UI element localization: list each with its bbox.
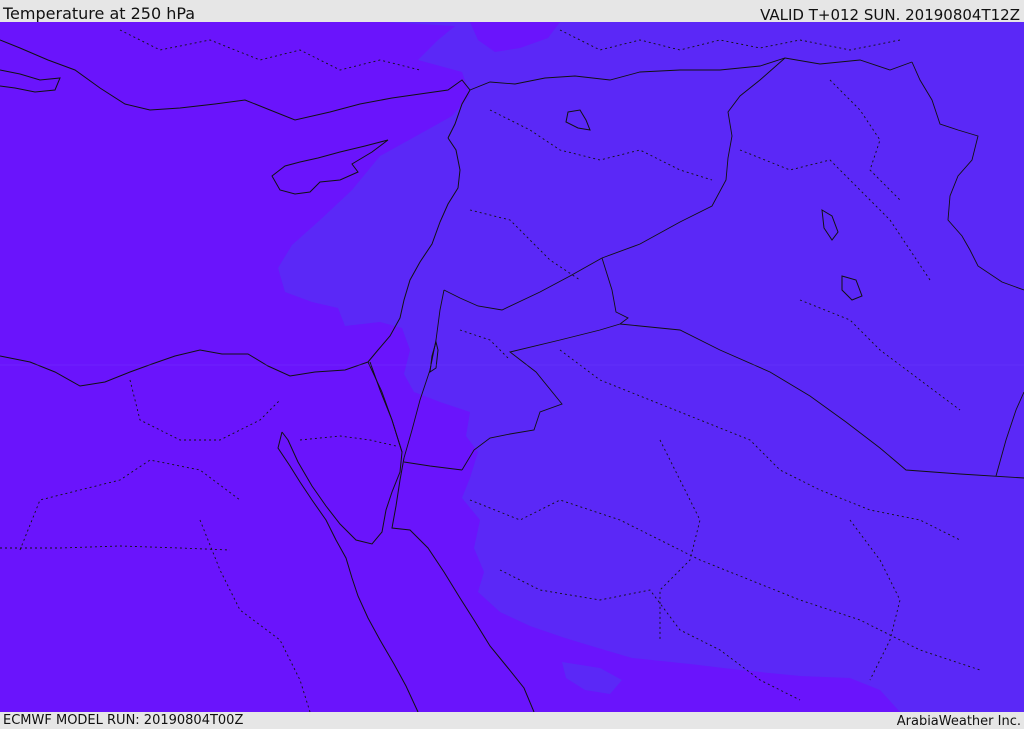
- credit-label: ArabiaWeather Inc.: [896, 714, 1021, 729]
- forecast-map-page: Temperature at 250 hPa VALID T+012 SUN. …: [0, 0, 1024, 729]
- model-run-label: ECMWF MODEL RUN: 20190804T00Z: [3, 713, 244, 728]
- map-title: Temperature at 250 hPa: [3, 4, 196, 23]
- temperature-map[interactable]: [0, 22, 1024, 712]
